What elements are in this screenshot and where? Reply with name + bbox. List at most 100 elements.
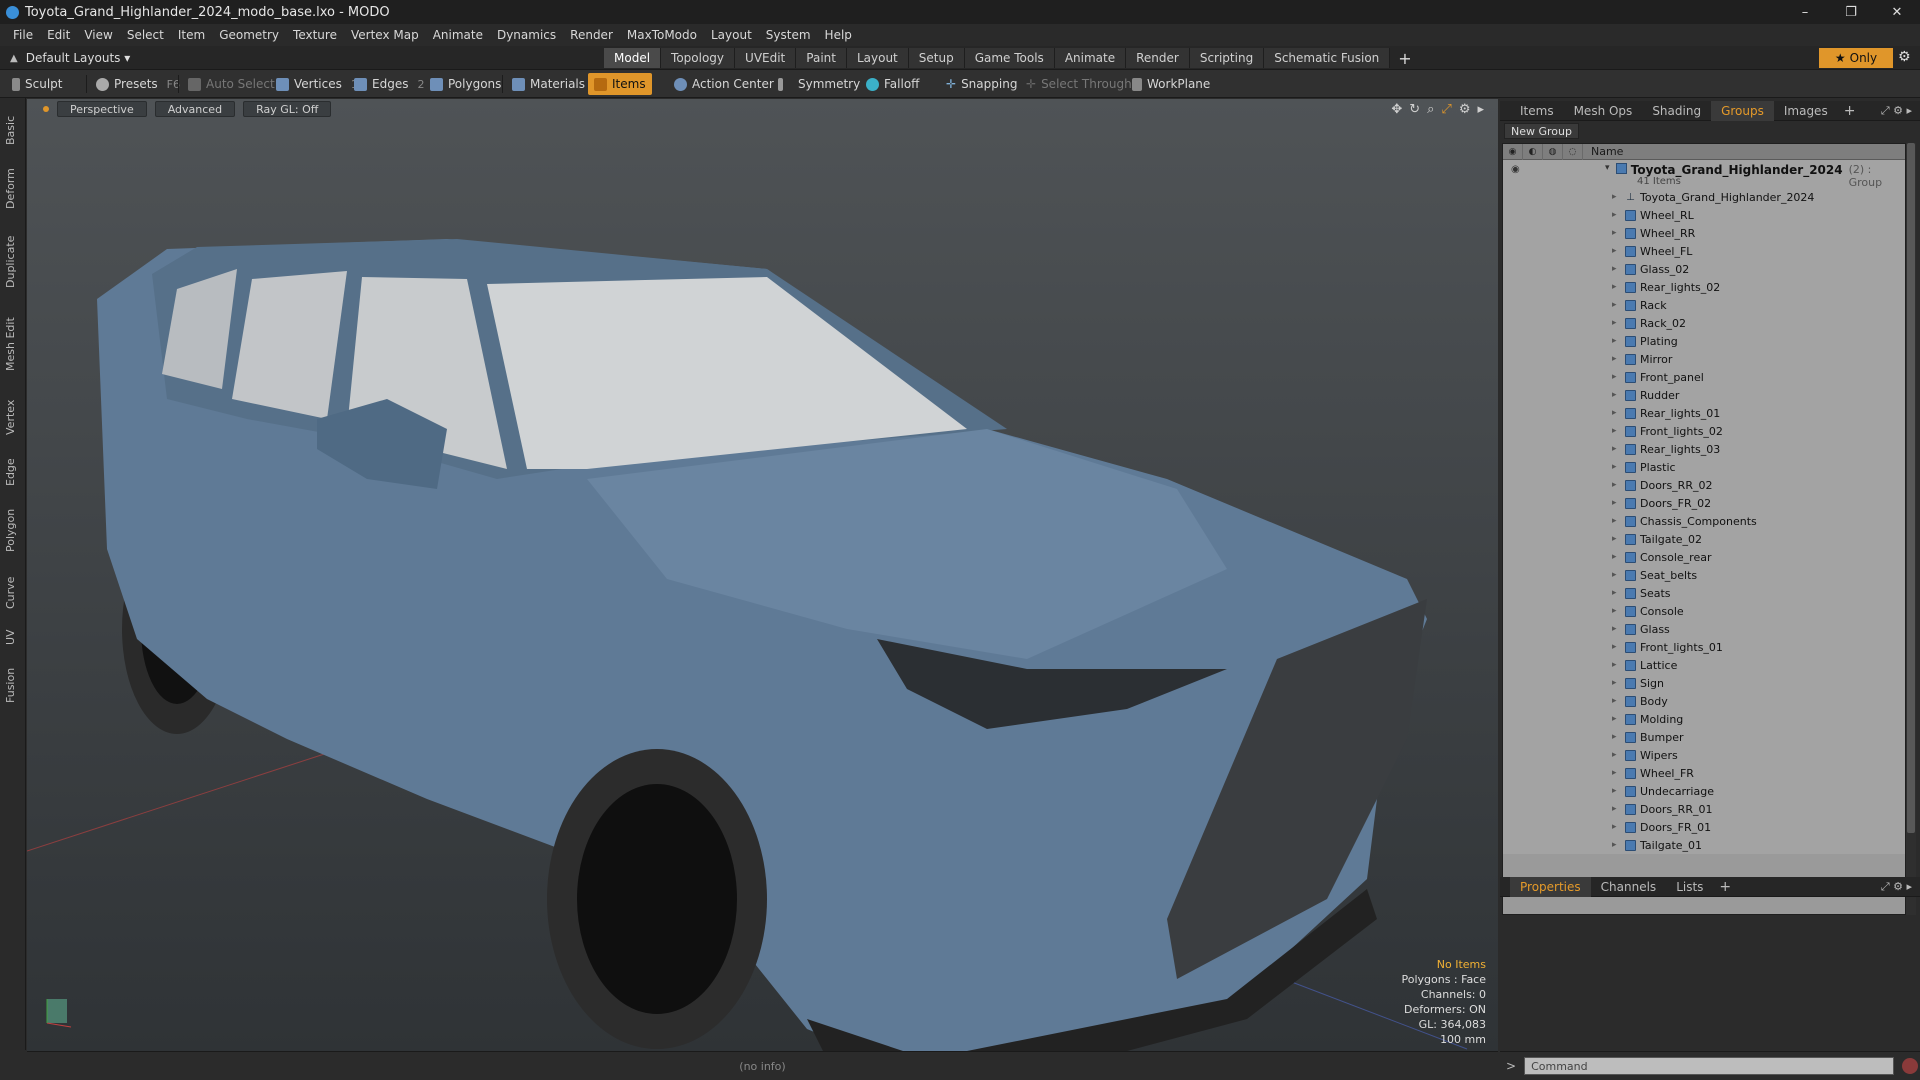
snapping-button[interactable]: ✛ Snapping — [940, 73, 1023, 95]
tab-model[interactable]: Model — [604, 48, 662, 68]
menu-item-animate[interactable]: Animate — [426, 28, 490, 42]
layout-selector[interactable]: ▲ Default Layouts ▾ — [10, 46, 130, 70]
default-layouts-dropdown[interactable]: Default Layouts ▾ — [26, 51, 131, 65]
panel-tab-items[interactable]: Items — [1510, 101, 1564, 121]
layout-up-icon[interactable]: ▲ — [10, 53, 18, 64]
panel-tab-images[interactable]: Images — [1774, 101, 1838, 121]
list-item[interactable]: ▸ Bumper — [1503, 728, 1905, 746]
left-tab-fusion[interactable]: Fusion — [4, 657, 22, 713]
list-item[interactable]: ▸ Seats — [1503, 584, 1905, 602]
list-item[interactable]: ▸ Rack_02 — [1503, 314, 1905, 332]
raygl-button[interactable]: Ray GL: Off — [243, 101, 332, 117]
add-panel-tab-icon[interactable]: + — [1713, 879, 1737, 895]
select-through-button[interactable]: ✛ Select Through — [1020, 73, 1138, 95]
list-item[interactable]: ▸ Front_lights_01 — [1503, 638, 1905, 656]
menu-item-view[interactable]: View — [77, 28, 119, 42]
panel-tab-mesh-ops[interactable]: Mesh Ops — [1564, 101, 1643, 121]
workplane-button[interactable]: WorkPlane — [1126, 73, 1216, 95]
list-item[interactable]: ▸ Tailgate_02 — [1503, 530, 1905, 548]
list-item[interactable]: ▸ Doors_RR_02 — [1503, 476, 1905, 494]
panel-tab-groups[interactable]: Groups — [1711, 100, 1774, 121]
left-tab-edge[interactable]: Edge — [4, 451, 22, 493]
items-button[interactable]: Items — [588, 73, 652, 95]
view-type-button[interactable]: Perspective — [57, 101, 147, 117]
list-item[interactable]: ▸ Lattice — [1503, 656, 1905, 674]
zoom-icon[interactable]: ⌕ — [1427, 102, 1434, 117]
eye-icon[interactable]: ◉ — [1511, 164, 1523, 175]
list-item[interactable]: ▸ Body — [1503, 692, 1905, 710]
fit-icon[interactable]: ⤢ — [1441, 102, 1451, 117]
add-tab-icon[interactable]: + — [1390, 48, 1419, 68]
close-button[interactable]: ✕ — [1874, 0, 1920, 24]
menu-item-system[interactable]: System — [759, 28, 818, 42]
list-item[interactable]: ▸ ⊥ Toyota_Grand_Highlander_2024 — [1503, 188, 1905, 206]
list-item[interactable]: ▸ Front_panel — [1503, 368, 1905, 386]
gear-icon[interactable]: ⚙ — [1898, 49, 1911, 65]
list-item[interactable]: ▸ Glass_02 — [1503, 260, 1905, 278]
left-tab-deform[interactable]: Deform — [4, 161, 22, 217]
left-tab-polygon[interactable]: Polygon — [4, 499, 22, 562]
list-item[interactable]: ▸ Wheel_FR — [1503, 764, 1905, 782]
menu-item-dynamics[interactable]: Dynamics — [490, 28, 563, 42]
tab-setup[interactable]: Setup — [908, 48, 965, 68]
list-item[interactable]: ▸ Plastic — [1503, 458, 1905, 476]
render-column-icon[interactable]: ◐ — [1523, 144, 1543, 160]
panel-tab-shading[interactable]: Shading — [1642, 101, 1711, 121]
list-item[interactable]: ▸ Mirror — [1503, 350, 1905, 368]
only-toggle[interactable]: ★ Only — [1819, 48, 1893, 68]
new-group-button[interactable]: New Group — [1504, 123, 1579, 139]
list-item[interactable]: ▸ Wheel_RR — [1503, 224, 1905, 242]
menu-item-file[interactable]: File — [6, 28, 40, 42]
action-center-button[interactable]: Action Center — [668, 73, 780, 95]
panel-tab-lists[interactable]: Lists — [1666, 877, 1713, 897]
list-item[interactable]: ▸ Sign — [1503, 674, 1905, 692]
list-item[interactable]: ▸ Doors_FR_02 — [1503, 494, 1905, 512]
tab-schematic-fusion[interactable]: Schematic Fusion — [1264, 48, 1391, 68]
viewport-settings-icon[interactable]: ⚙ — [1459, 102, 1471, 117]
3d-viewport[interactable]: Perspective Advanced Ray GL: Off ✥ ↻ ⌕ ⤢… — [27, 99, 1498, 1051]
name-column-header[interactable]: Name — [1583, 145, 1623, 158]
materials-button[interactable]: Materials — [506, 73, 591, 95]
left-tab-basic[interactable]: Basic — [4, 106, 22, 155]
menu-item-item[interactable]: Item — [171, 28, 212, 42]
polygons-button[interactable]: Polygons — [424, 73, 507, 95]
menu-item-geometry[interactable]: Geometry — [212, 28, 286, 42]
tab-paint[interactable]: Paint — [796, 48, 847, 68]
list-item[interactable]: ▸ Rear_lights_01 — [1503, 404, 1905, 422]
list-item[interactable]: ▸ Wheel_FL — [1503, 242, 1905, 260]
list-item[interactable]: ▸ Rear_lights_02 — [1503, 278, 1905, 296]
list-item[interactable]: ▸ Wheel_RL — [1503, 206, 1905, 224]
scroll-thumb[interactable] — [1907, 143, 1915, 833]
panel-expand-icon[interactable]: ⤢ ⚙ ▸ — [1881, 104, 1912, 118]
auto-select-button[interactable]: Auto Select — [182, 73, 281, 95]
list-item[interactable]: ▸ Molding — [1503, 710, 1905, 728]
command-input[interactable]: Command — [1524, 1057, 1895, 1075]
shading-button[interactable]: Advanced — [154, 101, 236, 117]
list-item[interactable]: ▸ Chassis_Components — [1503, 512, 1905, 530]
tab-topology[interactable]: Topology — [661, 48, 736, 68]
list-item[interactable]: ▸ Doors_RR_01 — [1503, 800, 1905, 818]
list-item[interactable]: ▸ Rack — [1503, 296, 1905, 314]
list-item[interactable]: ▸ Tailgate_01 — [1503, 836, 1905, 854]
menu-item-vertex-map[interactable]: Vertex Map — [344, 28, 426, 42]
list-item[interactable]: ▸ Console — [1503, 602, 1905, 620]
tab-game-tools[interactable]: Game Tools — [964, 48, 1055, 68]
list-item[interactable]: ▸ Rudder — [1503, 386, 1905, 404]
list-item[interactable]: ▸ Front_lights_02 — [1503, 422, 1905, 440]
menu-item-maxtomodo[interactable]: MaxToModo — [620, 28, 704, 42]
falloff-button[interactable]: Falloff — [860, 73, 925, 95]
list-item[interactable]: ▸ Plating — [1503, 332, 1905, 350]
groups-scrollbar[interactable] — [1906, 143, 1916, 915]
stop-icon[interactable] — [1902, 1058, 1919, 1074]
tab-uvedit[interactable]: UVEdit — [735, 48, 797, 68]
lock-column-icon[interactable]: ◍ — [1543, 144, 1563, 160]
pan-icon[interactable]: ✥ — [1391, 102, 1402, 117]
presets-button[interactable]: Presets F6 — [90, 73, 186, 95]
rotate-icon[interactable]: ↻ — [1409, 102, 1420, 117]
expand-arrow-icon[interactable]: ▾ — [1605, 163, 1616, 173]
tab-animate[interactable]: Animate — [1054, 48, 1127, 68]
list-item[interactable]: ▸ Wipers — [1503, 746, 1905, 764]
list-item[interactable]: ▸ Glass — [1503, 620, 1905, 638]
list-item[interactable]: ▸ Undecarriage — [1503, 782, 1905, 800]
menu-item-layout[interactable]: Layout — [704, 28, 759, 42]
